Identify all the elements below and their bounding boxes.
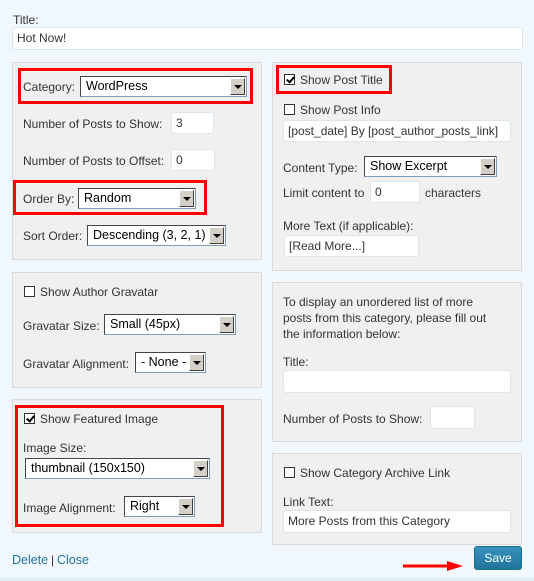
show-featured-image-checkbox[interactable] xyxy=(24,413,35,424)
category-select[interactable]: WordPress xyxy=(80,76,247,97)
image-size-value: thumbnail (150x150) xyxy=(31,461,145,475)
show-post-info-checkbox[interactable] xyxy=(284,104,295,115)
show-gravatar-label: Show Author Gravatar xyxy=(40,285,159,299)
extra-num-posts-input[interactable] xyxy=(430,406,475,429)
gravatar-size-value: Small (45px) xyxy=(110,317,181,331)
link-text-input[interactable]: More Posts from this Category xyxy=(283,510,511,533)
chevron-down-icon xyxy=(193,460,208,477)
title-input[interactable]: Hot Now! xyxy=(12,27,523,50)
image-align-select[interactable]: Right xyxy=(124,496,195,517)
sort-order-label: Sort Order: xyxy=(23,229,83,243)
num-posts-input[interactable]: 3 xyxy=(171,112,214,134)
show-featured-image-label: Show Featured Image xyxy=(40,412,159,426)
sort-order-select[interactable]: Descending (3, 2, 1) xyxy=(87,225,226,246)
image-align-label: Image Alignment: xyxy=(23,501,116,515)
chevron-down-icon xyxy=(178,498,193,515)
show-post-title-checkbox[interactable] xyxy=(284,74,295,85)
gravatar-align-label: Gravatar Alignment: xyxy=(23,357,130,371)
chevron-down-icon xyxy=(230,78,245,95)
delete-link[interactable]: Delete xyxy=(12,553,48,567)
chevron-down-icon xyxy=(480,158,495,175)
limit-content-input[interactable]: 0 xyxy=(370,181,420,203)
red-arrow-annotation xyxy=(403,561,463,571)
show-post-info-label: Show Post Info xyxy=(300,103,381,117)
limit-content-label: Limit content to xyxy=(283,186,365,200)
show-archive-link-label: Show Category Archive Link xyxy=(300,466,451,480)
extra-list-description: To display an unordered list of more pos… xyxy=(283,294,486,342)
order-by-label: Order By: xyxy=(23,192,75,206)
extra-num-posts-label: Number of Posts to Show: xyxy=(283,412,423,426)
gravatar-size-label: Gravatar Size: xyxy=(23,319,100,333)
link-text-label: Link Text: xyxy=(283,495,334,509)
content-type-value: Show Excerpt xyxy=(370,159,448,173)
order-by-select[interactable]: Random xyxy=(78,188,196,209)
num-posts-label: Number of Posts to Show: xyxy=(23,117,163,131)
post-info-input[interactable]: [post_date] By [post_author_posts_link] xyxy=(283,120,511,142)
offset-input[interactable]: 0 xyxy=(171,149,215,171)
characters-label: characters xyxy=(425,186,482,200)
chevron-down-icon xyxy=(179,190,194,207)
footer-separator: | xyxy=(51,553,55,567)
order-by-value: Random xyxy=(84,191,132,205)
chevron-down-icon xyxy=(189,354,204,371)
extra-title-input[interactable] xyxy=(283,370,511,393)
description-line: To display an unordered list of more xyxy=(283,295,474,309)
show-gravatar-checkbox[interactable] xyxy=(24,286,35,297)
gravatar-align-select[interactable]: - None - xyxy=(135,352,206,373)
show-archive-link-checkbox[interactable] xyxy=(284,467,295,478)
save-button[interactable]: Save xyxy=(474,546,522,570)
show-post-title-label: Show Post Title xyxy=(300,73,383,87)
content-type-select[interactable]: Show Excerpt xyxy=(364,156,497,177)
category-value: WordPress xyxy=(86,79,148,93)
content-type-label: Content Type: xyxy=(283,161,358,175)
chevron-down-icon xyxy=(219,316,234,333)
description-line: posts from this category, please fill ou… xyxy=(283,311,487,325)
sort-order-value: Descending (3, 2, 1) xyxy=(93,228,206,242)
image-align-value: Right xyxy=(130,499,160,513)
image-size-select[interactable]: thumbnail (150x150) xyxy=(25,458,210,479)
more-text-input[interactable]: [Read More...] xyxy=(284,235,419,257)
extra-title-label: Title: xyxy=(283,355,309,369)
description-line: the information below: xyxy=(283,327,401,341)
offset-label: Number of Posts to Offset: xyxy=(23,154,165,168)
image-size-label: Image Size: xyxy=(23,441,87,455)
gravatar-size-select[interactable]: Small (45px) xyxy=(104,314,236,335)
title-label: Title: xyxy=(13,13,39,27)
gravatar-align-value: - None - xyxy=(141,355,187,369)
category-label: Category: xyxy=(23,80,76,94)
more-text-label: More Text (if applicable): xyxy=(283,219,414,233)
close-link[interactable]: Close xyxy=(57,553,89,567)
chevron-down-icon xyxy=(209,227,224,244)
